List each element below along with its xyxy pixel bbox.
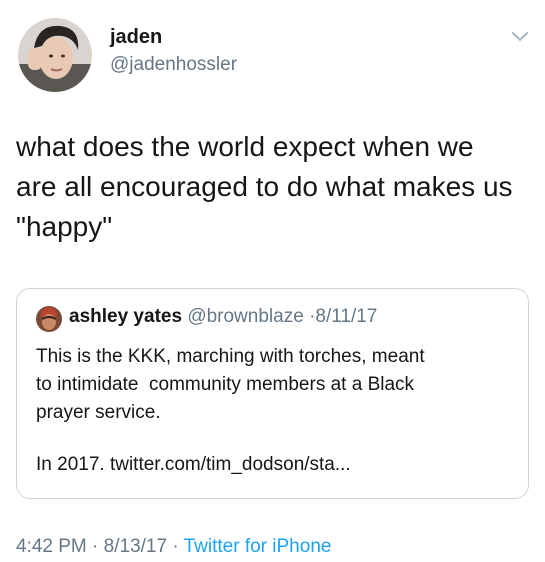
avatar-photo-icon xyxy=(18,18,92,92)
quoted-avatar-photo-icon xyxy=(36,306,62,332)
quoted-avatar xyxy=(36,306,62,332)
tweet-time[interactable]: 4:42 PM xyxy=(16,536,87,557)
tweet-text: what does the world expect when we are a… xyxy=(16,131,513,242)
footer-separator: · xyxy=(172,536,179,557)
quoted-tweet-text-continued: In 2017. twitter.com/tim_dodson/sta... xyxy=(36,454,351,475)
quoted-tweet-card[interactable]: ashley yates @brownblaze ·8/11/17 This i… xyxy=(16,288,529,499)
user-handle[interactable]: @jadenhossler xyxy=(110,54,237,76)
quoted-date: 8/11/17 xyxy=(315,306,378,327)
quoted-tweet-text: This is the KKK, marching with torches, … xyxy=(36,346,425,423)
tweet-footer: 4:42 PM · 8/13/17 · Twitter for iPhone xyxy=(16,536,331,558)
profile-avatar[interactable] xyxy=(18,18,92,92)
chevron-down-icon[interactable] xyxy=(511,31,529,43)
display-name[interactable]: jaden xyxy=(110,26,162,49)
tweet-source-link[interactable]: Twitter for iPhone xyxy=(184,536,332,557)
quoted-tweet-header: ashley yates @brownblaze ·8/11/17 xyxy=(69,306,377,328)
tweet-date[interactable]: 8/13/17 xyxy=(104,536,167,557)
footer-separator: · xyxy=(92,536,99,557)
quoted-display-name[interactable]: ashley yates xyxy=(69,306,182,327)
quoted-handle[interactable]: @brownblaze xyxy=(187,306,303,327)
